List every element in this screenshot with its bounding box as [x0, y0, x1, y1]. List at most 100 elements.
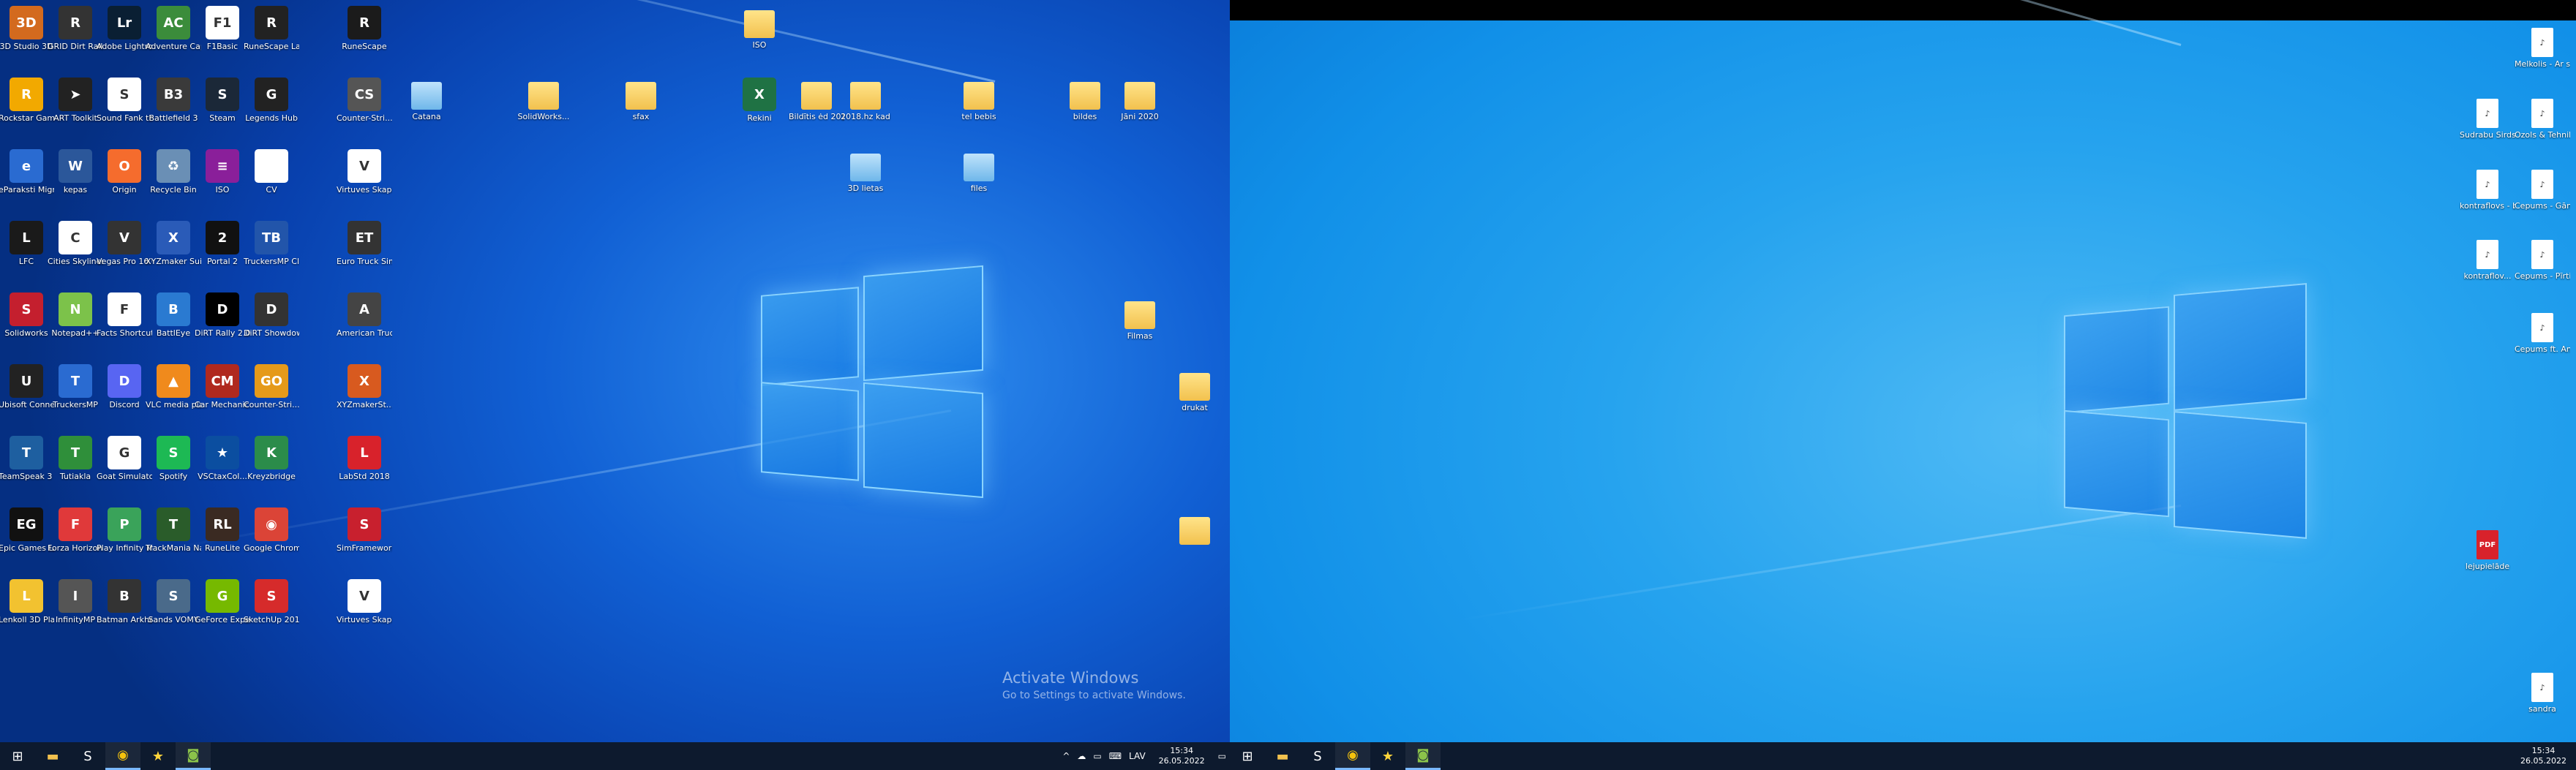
desktop-icon[interactable]: V Virtuves Skapis	[337, 573, 392, 641]
desktop-icon[interactable]: I InfinityMP	[48, 573, 103, 641]
desktop-icon[interactable]: bildes	[1057, 72, 1113, 139]
taskbar-app-icon[interactable]: ◙	[176, 742, 211, 770]
desktop-icon[interactable]: 2 Portal 2	[195, 215, 250, 282]
desktop-icon[interactable]: L Lenkoll 3D Platinum	[0, 573, 54, 641]
language-indicator[interactable]: LAV	[1125, 751, 1149, 761]
taskbar-star-icon[interactable]: ★	[140, 742, 176, 770]
desktop-icon[interactable]: ♪ sandra	[2515, 665, 2570, 733]
taskbar-start-icon[interactable]: ⊞	[1230, 742, 1265, 770]
desktop-icon[interactable]: ISO	[732, 0, 787, 67]
desktop-icon[interactable]: K Kreyzbridge	[244, 430, 299, 497]
desktop-icon[interactable]: ♪ kontraflovs - bermuda	[2460, 162, 2515, 230]
desktop-icon[interactable]: EG Epic Games Launcher	[0, 502, 54, 569]
desktop-icon[interactable]: V Virtuves Skapuleks	[337, 143, 392, 211]
desktop-icon[interactable]: F Facts Shortcut	[97, 287, 152, 354]
network-icon[interactable]: ▭	[1089, 751, 1105, 761]
taskbar-steam-icon[interactable]: S	[70, 742, 105, 770]
desktop-icon[interactable]: S Sands VOMY	[146, 573, 201, 641]
desktop-icon[interactable]: Filmas	[1112, 291, 1168, 358]
desktop-icon[interactable]: S Steam	[195, 72, 250, 139]
desktop-icon[interactable]: 2018.hz kad	[838, 72, 893, 139]
desktop-icon[interactable]: L LFC	[0, 215, 54, 282]
taskbar-file-explorer-icon[interactable]: ▬	[1265, 742, 1300, 770]
clock[interactable]: 15:34 26.05.2022	[2511, 746, 2576, 766]
desktop-icon[interactable]: e eParaksti Migr 3D	[0, 143, 54, 211]
taskbar-star-icon[interactable]: ★	[1370, 742, 1405, 770]
desktop-icon[interactable]: ◉ Google Chrome	[244, 502, 299, 569]
desktop-icon[interactable]: X Rekini	[732, 72, 787, 139]
taskbar-file-explorer-icon[interactable]: ▬	[35, 742, 70, 770]
desktop-icon[interactable]: PDF lejupielāde	[2460, 523, 2515, 590]
desktop-icon[interactable]: ET Euro Truck Simulator 2	[337, 215, 392, 282]
desktop-icon[interactable]: ▲ VLC media player	[146, 358, 201, 426]
desktop-icon[interactable]: S Solidworks	[0, 287, 54, 354]
taskbar-start-icon[interactable]: ⊞	[0, 742, 35, 770]
desktop-icon[interactable]: G Legends Hub	[244, 72, 299, 139]
desktop-icon[interactable]: ♪ Melkolis - Ar sirdi vindās...	[2515, 20, 2570, 88]
desktop-icon[interactable]: S Spotify	[146, 430, 201, 497]
desktop-icon[interactable]: A American Truck Sim...	[337, 287, 392, 354]
desktop-icon[interactable]: D DiRT Rally 2.0	[195, 287, 250, 354]
desktop-icon[interactable]: B3 Battlefield 3	[146, 72, 201, 139]
desktop-icon[interactable]: R RuneScape	[337, 0, 392, 67]
desktop-icon[interactable]: X XYZmaker Suite	[146, 215, 201, 282]
desktop-icon[interactable]: Catana	[399, 72, 454, 139]
desktop-icon[interactable]: SolidWorks...	[516, 72, 571, 139]
desktop-icon[interactable]: S Sound Fank the Third...	[97, 72, 152, 139]
desktop-icon[interactable]: G GeForce Experience	[195, 573, 250, 641]
desktop-icon[interactable]: T Tutiakla	[48, 430, 103, 497]
desktop-icon[interactable]: ♪ Sudrabu Sirds - Balss	[2460, 91, 2515, 159]
desktop-icon[interactable]: CV	[244, 143, 299, 211]
taskbar-chrome-icon[interactable]: ◉	[105, 742, 140, 770]
desktop-icon[interactable]: B Batman Arkham...	[97, 573, 152, 641]
desktop-icon[interactable]: T TruckersMP	[48, 358, 103, 426]
desktop-icon[interactable]: V Vegas Pro 16.0 (64-bit)	[97, 215, 152, 282]
desktop-icon[interactable]	[1167, 507, 1223, 574]
desktop-icon[interactable]: Wkepas	[48, 143, 103, 211]
desktop-icon[interactable]: 3D 3D Studio 3D	[0, 0, 54, 67]
desktop-icon[interactable]: files	[951, 143, 1007, 211]
desktop-icon[interactable]: S SimFramework 2016	[337, 502, 392, 569]
desktop-icon[interactable]: Bildītis ėd 2019	[789, 72, 844, 139]
desktop-icon[interactable]: Lr Adobe Lightroom	[97, 0, 152, 67]
clock[interactable]: 15:34 26.05.2022	[1149, 746, 1214, 766]
desktop-icon[interactable]: P Play Infinity MP	[97, 502, 152, 569]
desktop-icon[interactable]: L LabStd 2018	[337, 430, 392, 497]
desktop-icon[interactable]: ♪ kontraflov...	[2460, 233, 2515, 300]
notifications-icon[interactable]: ▭	[1214, 751, 1230, 761]
desktop-icon[interactable]: ≡ ISO	[195, 143, 250, 211]
desktop-icon[interactable]: ♪ Ozols & Tehnikum...	[2515, 91, 2570, 159]
desktop-icon[interactable]: D Discord	[97, 358, 152, 426]
desktop-icon[interactable]: S SketchUp 2018	[244, 573, 299, 641]
desktop-icon[interactable]: F Forza Horizon 4	[48, 502, 103, 569]
desktop-icon[interactable]: ♪ Cepums - Gānaampul...	[2515, 162, 2570, 230]
desktop-icon[interactable]: C Cities Skylines	[48, 215, 103, 282]
desktop-icon[interactable]: B BattlEye	[146, 287, 201, 354]
desktop-icon[interactable]: Jāni 2020	[1112, 72, 1168, 139]
desktop-icon[interactable]: X XYZmakerSt...	[337, 358, 392, 426]
desktop-icon[interactable]: N Notepad++	[48, 287, 103, 354]
desktop-icon[interactable]: ➤ ART Toolkit	[48, 72, 103, 139]
desktop-icon[interactable]: CM Car Mechanic...	[195, 358, 250, 426]
desktop-icon[interactable]: RL RuneLite	[195, 502, 250, 569]
desktop-icon[interactable]: O Origin	[97, 143, 152, 211]
desktop-icon[interactable]: drukat	[1167, 363, 1223, 430]
desktop-icon[interactable]: R RuneScape Launcher	[244, 0, 299, 67]
tray-chevron-icon[interactable]: ^	[1059, 751, 1073, 761]
desktop-icon[interactable]: tel bebis	[951, 72, 1007, 139]
onedrive-icon[interactable]: ☁	[1073, 751, 1089, 761]
desktop-icon[interactable]: U Ubisoft Connect	[0, 358, 54, 426]
desktop-icon[interactable]: R GRID Dirt Rallying...	[48, 0, 103, 67]
taskbar-app-icon[interactable]: ◙	[1405, 742, 1441, 770]
desktop-icon[interactable]: GO Counter-Stri... Global Offe...	[244, 358, 299, 426]
desktop-icon[interactable]: AC Adventure Capitalist	[146, 0, 201, 67]
taskbar-steam-icon[interactable]: S	[1300, 742, 1335, 770]
desktop-icon[interactable]: TB TruckersMP Client	[244, 215, 299, 282]
desktop-icon[interactable]: ♻ Recycle Bin	[146, 143, 201, 211]
keyboard-icon[interactable]: ⌨	[1105, 751, 1125, 761]
desktop-icon[interactable]: F1 F1Basic	[195, 0, 250, 67]
desktop-icon[interactable]: CS Counter-Stri...	[337, 72, 392, 139]
desktop-icon[interactable]: R Rockstar Games...	[0, 72, 54, 139]
desktop-icon[interactable]: ♪ Cepums - Pīrtiš (2009)	[2515, 233, 2570, 300]
desktop-icon[interactable]: sfax	[613, 72, 669, 139]
